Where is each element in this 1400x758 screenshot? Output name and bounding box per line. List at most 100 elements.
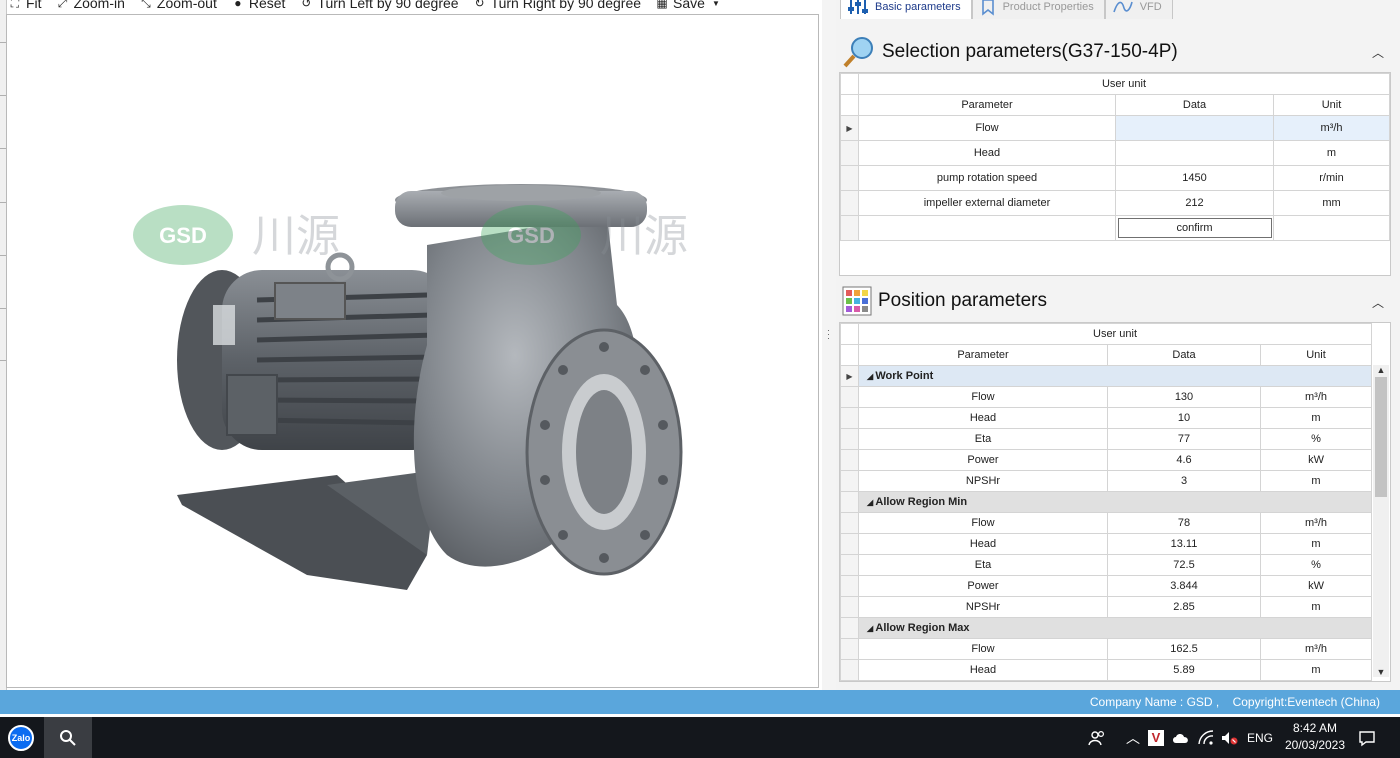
column-header-unit: Unit — [1259, 344, 1373, 366]
volume-muted-icon[interactable] — [1220, 717, 1238, 758]
cell-unit[interactable]: % — [1259, 554, 1373, 576]
group-row[interactable]: ◢ Allow Region Max — [840, 617, 1390, 639]
cell-parameter: Eta — [858, 428, 1108, 450]
tab-bar: Basic parameters Product Properties VFD — [840, 0, 1173, 20]
table-row: Eta 72.5% — [840, 554, 1390, 576]
fit-button[interactable]: ⛶ Fit — [8, 0, 42, 11]
cell-parameter: Head — [858, 533, 1108, 555]
zalo-taskbar-button[interactable]: Zalo — [0, 717, 42, 758]
vertical-scrollbar[interactable]: ▲ ▼ — [1373, 365, 1389, 677]
scroll-up-icon[interactable]: ▲ — [1373, 365, 1389, 375]
user-unit-header: User unit — [858, 73, 1390, 95]
scrollbar-thumb[interactable] — [1375, 377, 1387, 497]
language-indicator[interactable]: ENG — [1247, 717, 1273, 758]
zoom-out-icon: ⤡ — [141, 0, 151, 10]
flow-data-cell[interactable] — [1115, 115, 1274, 141]
cell-data[interactable]: 72.5 — [1107, 554, 1261, 576]
cell-unit[interactable]: m³/h — [1259, 512, 1373, 534]
row-indicator-icon: ▶ — [840, 365, 859, 387]
cell-unit[interactable]: m — [1259, 596, 1373, 618]
position-grid[interactable]: User unit Parameter Data Unit ▶ ◢ Work Po… — [839, 322, 1391, 682]
svg-text:GSD: GSD — [507, 223, 555, 248]
notification-icon[interactable] — [1358, 717, 1376, 758]
cell-parameter: Head — [858, 407, 1108, 429]
cell-unit[interactable]: m — [1259, 407, 1373, 429]
tab-basic-parameters[interactable]: Basic parameters — [840, 0, 972, 19]
position-section-title: Position parameters — [842, 286, 1047, 316]
cell-data[interactable]: 78 — [1107, 512, 1261, 534]
cloud-icon[interactable] — [1172, 717, 1190, 758]
diameter-data-cell[interactable]: 212 — [1115, 190, 1274, 216]
reset-button[interactable]: ● Reset — [231, 0, 285, 11]
column-header-parameter: Parameter — [858, 344, 1108, 366]
panel-splitter[interactable]: · · · — [822, 0, 836, 690]
table-row: NPSHr 2.85 m — [840, 596, 1390, 618]
image-toolbar: ⛶ Fit ⤢ Zoom-in ⤡ Zoom-out ● Reset ↺ Tur… — [8, 0, 723, 14]
zoom-out-button[interactable]: ⤡ Zoom-out — [139, 0, 217, 11]
cell-data[interactable]: 3 — [1107, 470, 1261, 492]
antivirus-icon[interactable]: V — [1148, 717, 1164, 758]
cell-unit[interactable]: m — [1259, 533, 1373, 555]
watermark-left: GSD 川源 — [133, 205, 340, 265]
cell-parameter: Eta — [858, 554, 1108, 576]
cell-unit[interactable]: m³/h — [1259, 638, 1373, 660]
table-row: Eta 77% — [840, 428, 1390, 450]
cell-unit[interactable]: m — [1259, 470, 1373, 492]
group-row[interactable]: ◢ Allow Region Min — [840, 491, 1390, 513]
save-icon: ▦ — [656, 0, 668, 10]
copyright: Copyright:Eventech (China) — [1232, 695, 1380, 709]
windows-taskbar: Zalo ︿ V ENG 8:42 AM 20/03/2023 — [0, 717, 1400, 758]
tab-product-properties[interactable]: Product Properties — [971, 0, 1105, 19]
position-collapse-icon[interactable]: ︿ — [1372, 294, 1384, 311]
scroll-down-icon[interactable]: ▼ — [1373, 667, 1389, 677]
table-row: Head m — [840, 140, 1390, 166]
right-panel: Basic parameters Product Properties VFD … — [836, 0, 1400, 690]
cell-data[interactable]: 130 — [1107, 386, 1261, 408]
zalo-icon: Zalo — [8, 724, 34, 751]
svg-text:GSD: GSD — [159, 223, 207, 248]
people-icon[interactable] — [1088, 717, 1106, 758]
pump-image: GSD 川源 GSD 川源 — [133, 184, 688, 590]
head-data-cell[interactable] — [1115, 140, 1274, 166]
wifi-icon[interactable] — [1198, 717, 1214, 758]
cell-unit[interactable]: m³/h — [1259, 386, 1373, 408]
cell-unit[interactable]: kW — [1259, 449, 1373, 471]
cell-data[interactable]: 162.5 — [1107, 638, 1261, 660]
reset-icon: ● — [234, 0, 242, 10]
cell-data[interactable]: 2.85 — [1107, 596, 1261, 618]
cell-data[interactable]: 10 — [1107, 407, 1261, 429]
cell-unit[interactable]: m — [1259, 659, 1373, 681]
zoom-in-button[interactable]: ⤢ Zoom-in — [56, 0, 125, 11]
cell-data[interactable]: 4.6 — [1107, 449, 1261, 471]
table-row: Flow 130 m³/h — [840, 386, 1390, 408]
confirm-button[interactable]: confirm — [1117, 218, 1272, 238]
cell-data[interactable]: 3.844 — [1107, 575, 1261, 597]
search-taskbar-button[interactable] — [44, 717, 92, 758]
tab-vfd[interactable]: VFD — [1104, 0, 1173, 19]
table-row: pump rotation speed 1450 r/min — [840, 165, 1390, 191]
speed-data-cell[interactable]: 1450 — [1115, 165, 1274, 191]
table-row: NPSHr 3 m — [840, 470, 1390, 492]
turn-left-button[interactable]: ↺ Turn Left by 90 degree — [299, 0, 458, 11]
table-row: ▶ Flow m³/h — [840, 115, 1390, 141]
selection-collapse-icon[interactable]: ︿ — [1372, 44, 1384, 61]
svg-text:川源: 川源 — [600, 211, 688, 262]
table-row: Head 5.89 m — [840, 659, 1390, 681]
group-row[interactable]: ▶ ◢ Work Point — [840, 365, 1390, 387]
turn-right-button[interactable]: ↻ Turn Right by 90 degree — [473, 0, 642, 11]
cell-unit[interactable]: % — [1259, 428, 1373, 450]
cell-parameter: Flow — [858, 638, 1108, 660]
cell-parameter: NPSHr — [858, 596, 1108, 618]
cell-parameter: NPSHr — [858, 470, 1108, 492]
cell-data[interactable]: 13.11 — [1107, 533, 1261, 555]
system-clock[interactable]: 8:42 AM 20/03/2023 — [1280, 720, 1350, 754]
table-row: Flow 162.5 m³/h — [840, 638, 1390, 660]
grid-color-icon — [842, 286, 872, 316]
chevron-up-icon[interactable]: ︿ — [1126, 717, 1140, 758]
save-button[interactable]: ▦ Save ▼ — [655, 0, 723, 11]
cell-data[interactable]: 77 — [1107, 428, 1261, 450]
column-header-data: Data — [1107, 344, 1261, 366]
cell-data[interactable]: 5.89 — [1107, 659, 1261, 681]
cell-unit[interactable]: kW — [1259, 575, 1373, 597]
image-viewer[interactable]: GSD 川源 GSD 川源 — [6, 14, 819, 688]
